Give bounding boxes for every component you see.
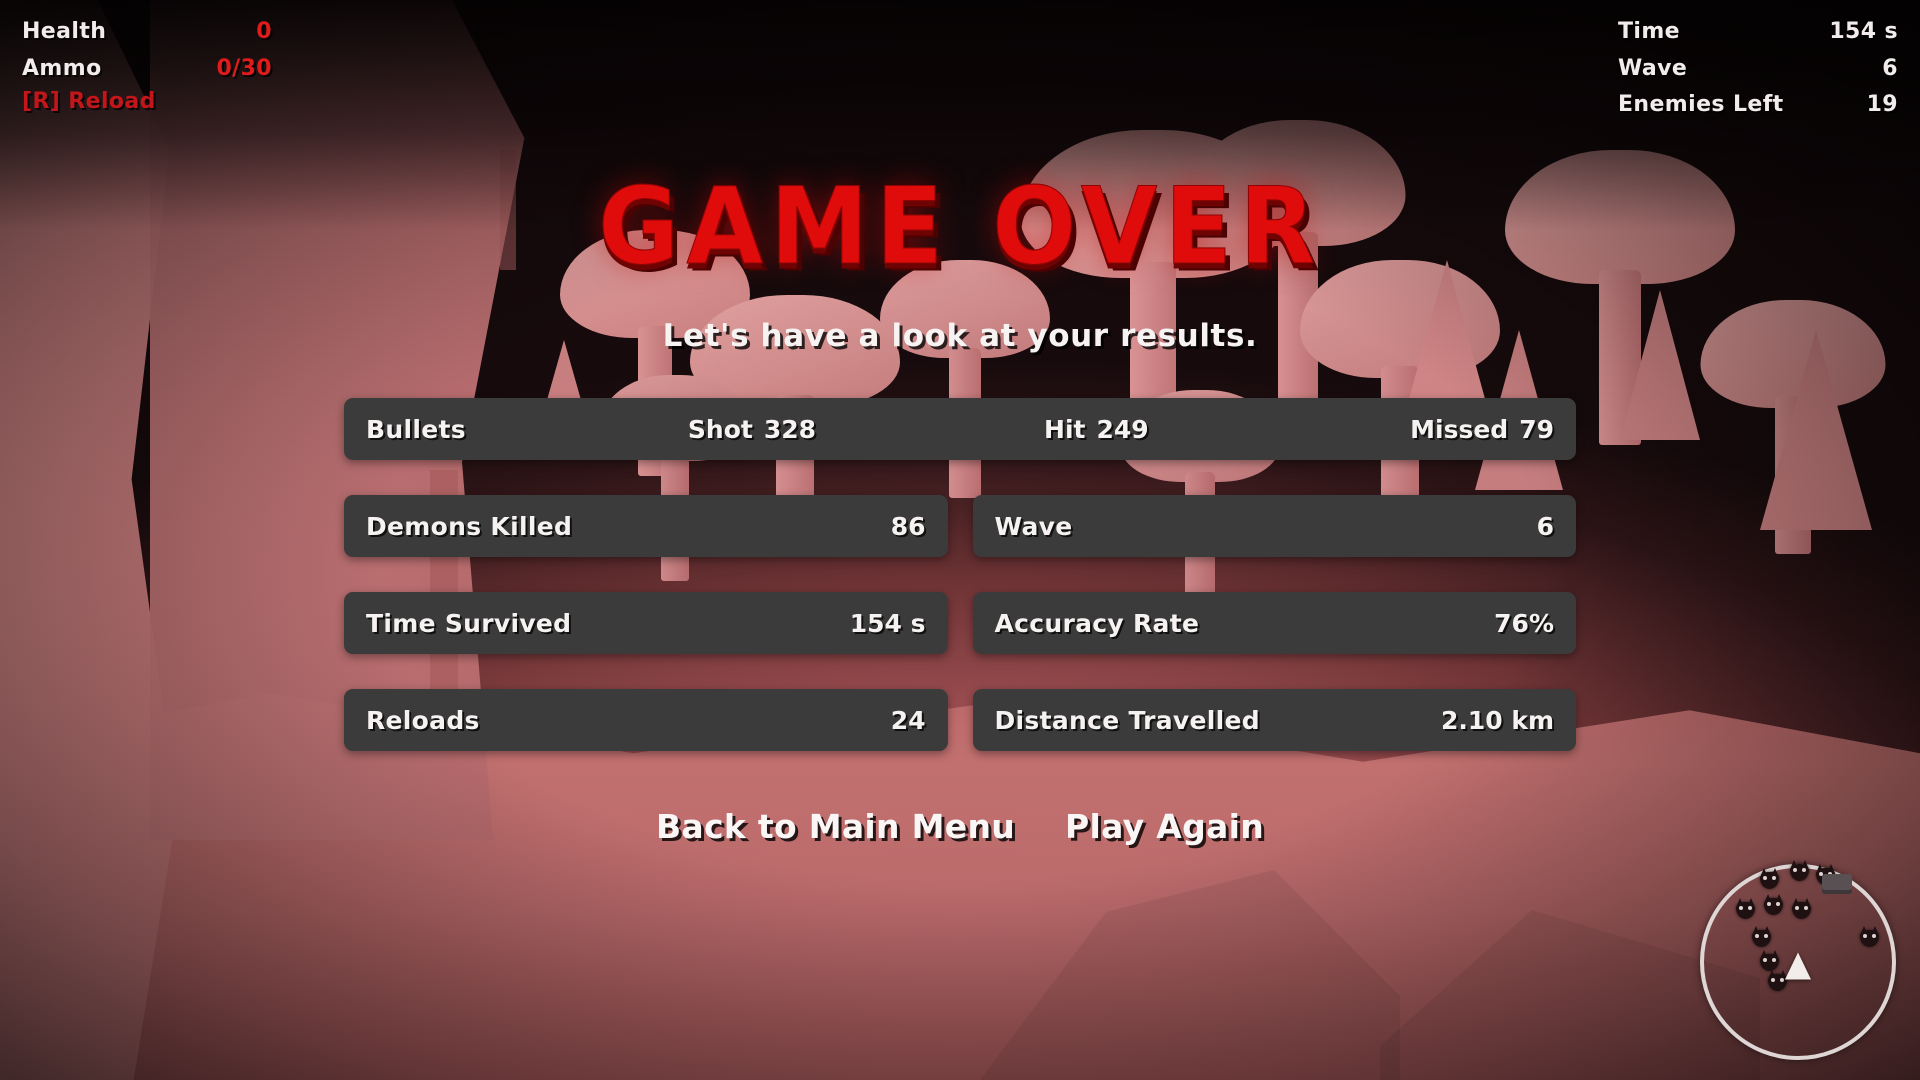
stat-label: Accuracy Rate [994,608,1200,638]
game-over-title: GAME OVER [597,165,1323,289]
stat-label: Time Survived [366,608,572,638]
bullets-shot-label: Shot [687,414,753,444]
stat-row-2: Time Survived 154 s Accuracy Rate 76% [344,592,1576,654]
back-to-main-menu-button[interactable]: Back to Main Menu [652,805,1019,848]
results-stats-panel: Bullets Shot 328 Hit 249 Missed 79 Demon… [344,398,1576,751]
stat-value: 6 [1536,511,1554,541]
stat-value: 154 s [849,608,926,638]
stat-label: Wave [994,511,1073,541]
stat-value: 2.10 km [1440,705,1554,735]
stat-row-bullets: Bullets Shot 328 Hit 249 Missed 79 [344,398,1576,460]
bullets-shot-segment: Shot 328 [688,415,816,444]
game-over-actions: Back to Main Menu Play Again [652,805,1268,848]
bullets-hit-value: 249 [1096,414,1149,444]
stat-card-time-survived: Time Survived 154 s [344,592,948,654]
bullets-hit-label: Hit [1044,414,1086,444]
bullets-hit-segment: Hit 249 [1044,415,1149,444]
stat-label: Distance Travelled [994,705,1260,735]
play-again-button[interactable]: Play Again [1061,805,1268,848]
stat-card-accuracy-rate: Accuracy Rate 76% [972,592,1576,654]
stat-card-demons-killed: Demons Killed 86 [344,495,948,557]
stat-card-bullets: Bullets Shot 328 Hit 249 Missed 79 [344,398,1576,460]
stat-value: 24 [890,705,926,735]
stat-card-reloads: Reloads 24 [344,689,948,751]
stat-card-wave: Wave 6 [972,495,1576,557]
stat-value: 76% [1494,608,1554,638]
stat-row-3: Reloads 24 Distance Travelled 2.10 km [344,689,1576,751]
bullets-shot-value: 328 [763,414,817,444]
minimap-crate-icon [1822,874,1852,894]
bullets-missed-value: 79 [1519,414,1554,444]
results-subtitle: Let's have a look at your results. [662,318,1258,354]
stat-row-1: Demons Killed 86 Wave 6 [344,495,1576,557]
game-screen: Health 0 Ammo 0/30 [R] Reload Time 154 s… [0,0,1920,1080]
minimap-player-arrow-icon [1785,952,1811,980]
bullets-missed-label: Missed [1410,414,1509,444]
stat-card-distance-travelled: Distance Travelled 2.10 km [972,689,1576,751]
stat-label: Demons Killed [366,511,573,541]
bullets-missed-segment: Missed 79 [1410,415,1554,444]
bullets-label: Bullets [366,414,466,444]
stat-label: Reloads [366,705,480,735]
game-over-overlay: GAME OVER Let's have a look at your resu… [0,0,1920,848]
stat-value: 86 [890,511,926,541]
minimap[interactable] [1694,858,1902,1066]
